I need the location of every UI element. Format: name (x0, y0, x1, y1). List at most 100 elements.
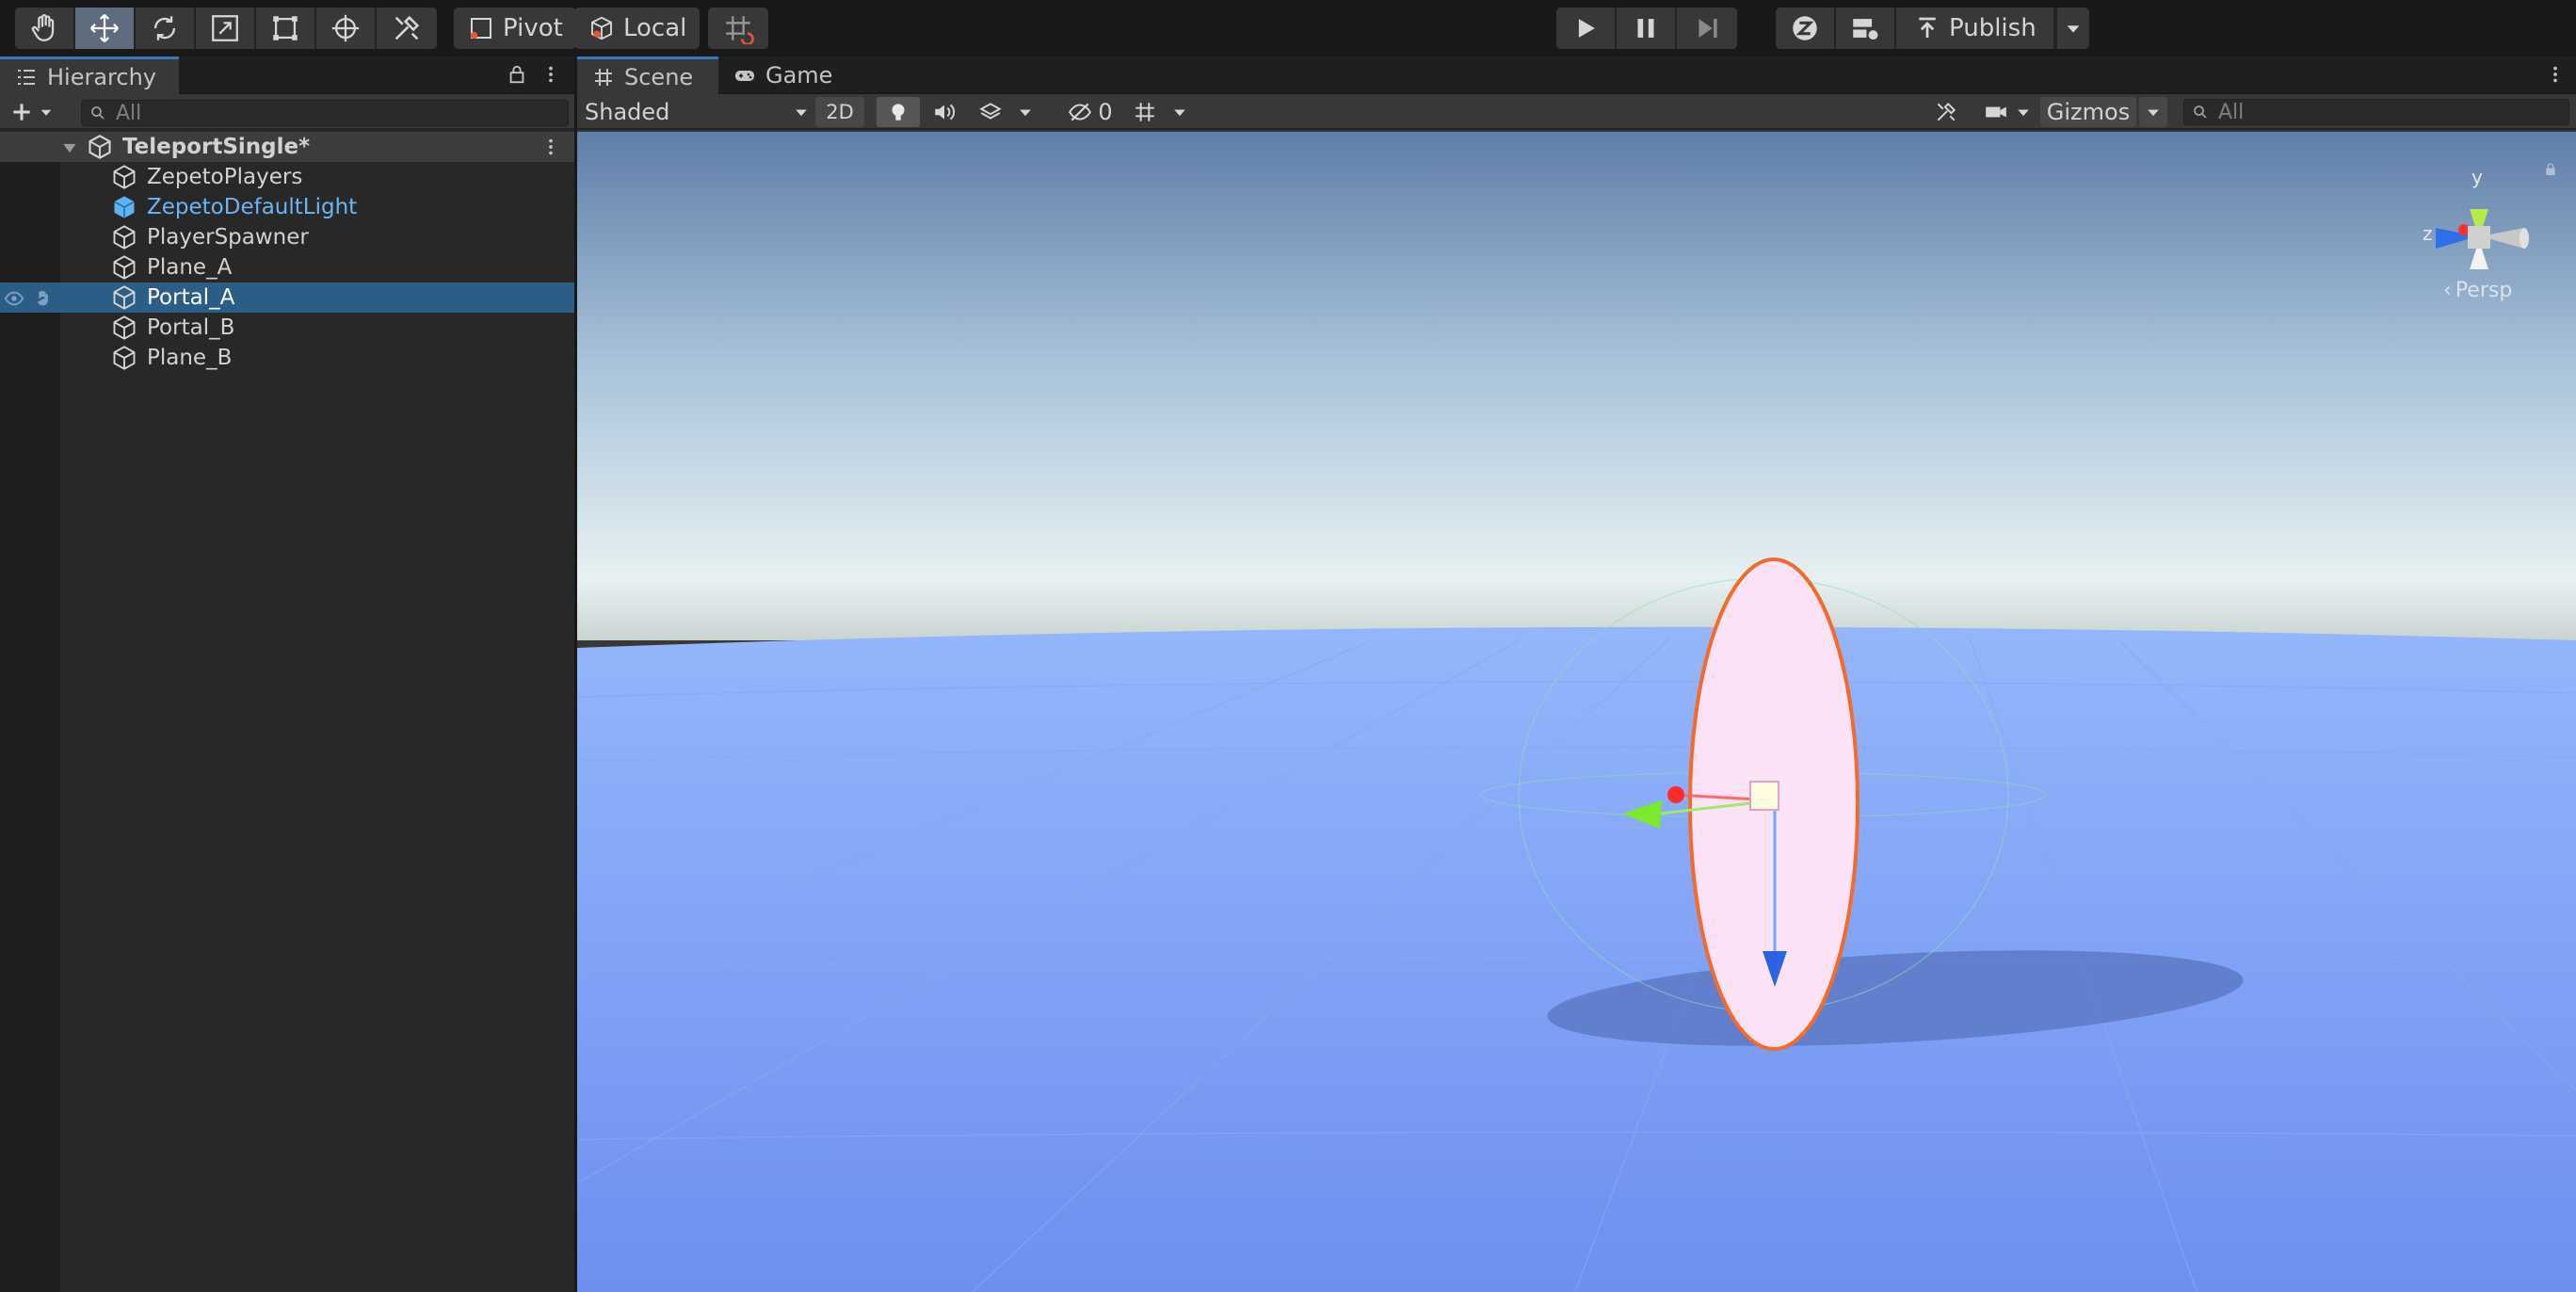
audio-toggle[interactable] (923, 97, 966, 127)
play-button[interactable] (1556, 8, 1617, 49)
tools-overlay-toggle[interactable] (1927, 97, 1965, 127)
grid-toggle-icon (1135, 103, 1154, 121)
tab-scene[interactable]: Scene (577, 57, 718, 94)
scene-more-icon[interactable] (540, 137, 561, 157)
publish-button[interactable]: Publish (1896, 8, 2055, 49)
gizmo-lock-icon[interactable] (2543, 162, 2558, 177)
hand-tool-button[interactable] (15, 8, 75, 49)
transform-tools-group (15, 8, 437, 49)
tab-hierarchy[interactable]: Hierarchy (0, 57, 179, 94)
grid-snap-icon (726, 16, 754, 44)
hierarchy-item[interactable]: Portal_B (0, 313, 574, 343)
more-options-icon[interactable] (540, 64, 561, 85)
pivot-button[interactable]: Pivot (454, 8, 576, 49)
gameobject-cube-icon (113, 315, 136, 340)
gizmos-toggle[interactable]: Gizmos (2040, 97, 2136, 127)
gizmo-z-label: z (2423, 222, 2433, 245)
scene-panel: Scene Game Shaded 2D 0 Gizmos All y z ‹ … (577, 57, 2576, 1292)
orientation-gizmo[interactable]: y z ‹ Persp (2394, 139, 2564, 328)
chevron-down-icon (1020, 109, 1031, 117)
hierarchy-tabbar: Hierarchy (0, 57, 574, 94)
scene-search-input[interactable]: All (2183, 99, 2569, 125)
hierarchy-search-input[interactable]: All (81, 100, 569, 126)
shading-mode-dropdown[interactable]: Shaded (585, 97, 811, 127)
chevron-down-icon (40, 109, 52, 116)
grid-snapping-dropdown[interactable] (1123, 97, 1199, 127)
chevron-down-icon (2067, 25, 2080, 33)
hierarchy-item-label: ZepetoPlayers (147, 165, 303, 189)
hierarchy-item[interactable]: ZepetoDefaultLight (0, 192, 574, 222)
scale-tool-button[interactable] (196, 8, 256, 49)
effects-dropdown[interactable] (969, 97, 1044, 127)
search-icon (91, 106, 105, 120)
gameobject-cube-icon (113, 255, 136, 280)
hierarchy-item[interactable]: PlayerSpawner (0, 222, 574, 252)
scene-search-placeholder: All (2218, 100, 2245, 124)
projection-label: Persp (2455, 279, 2513, 302)
mode-2d-toggle[interactable]: 2D (815, 97, 864, 127)
pickable-hand-icon[interactable] (32, 288, 53, 309)
rotate-tool-button[interactable] (136, 8, 196, 49)
local-button[interactable]: Local (574, 8, 700, 49)
scene-viewport[interactable]: y z ‹ Persp (577, 132, 2576, 1292)
hierarchy-item[interactable]: Plane_B (0, 343, 574, 373)
step-icon (1699, 19, 1717, 38)
scene-visibility-toggle[interactable]: 0 (1057, 97, 1123, 127)
camera-settings-dropdown[interactable] (1980, 97, 2037, 127)
pivot-toggle[interactable]: Pivot (454, 8, 576, 49)
hierarchy-item[interactable]: Plane_A (0, 252, 574, 283)
more-options-icon[interactable] (2545, 64, 2566, 85)
grid-snap-button[interactable] (708, 8, 768, 49)
publish-dropdown-button[interactable] (2054, 8, 2089, 49)
scene-view-toolbar: Shaded 2D 0 Gizmos All (577, 94, 2576, 130)
list-icon (18, 69, 35, 85)
gizmos-dropdown[interactable] (2139, 97, 2167, 127)
hierarchy-panel: Hierarchy All TeleportSingle* ZepetoPlay… (0, 57, 574, 1292)
rect-tool-button[interactable] (256, 8, 316, 49)
tools-icon (1937, 102, 1956, 121)
hierarchy-item[interactable]: Portal_A (0, 283, 574, 313)
tab-game[interactable]: Game (718, 57, 850, 94)
grid-icon (595, 68, 612, 86)
grid-snap-toggle[interactable] (708, 8, 768, 49)
lock-icon[interactable] (507, 64, 527, 85)
custom-tool-button[interactable] (377, 8, 437, 49)
gameobject-cube-icon (113, 165, 136, 189)
build-settings-button[interactable] (1836, 8, 1896, 49)
hierarchy-tab-label: Hierarchy (47, 63, 157, 90)
local-label: Local (623, 14, 687, 42)
shading-mode-value: Shaded (585, 99, 670, 125)
chevron-down-icon (2148, 109, 2159, 117)
pause-icon (1637, 19, 1654, 38)
hierarchy-search-placeholder: All (116, 101, 142, 125)
hierarchy-item-label: PlayerSpawner (147, 225, 309, 250)
expand-arrow-icon[interactable] (60, 138, 79, 157)
scale-icon (212, 15, 238, 41)
step-button[interactable] (1677, 8, 1737, 49)
move-tool-button[interactable] (75, 8, 136, 49)
mode-2d-label: 2D (826, 101, 854, 123)
gameobject-cube-icon (113, 346, 136, 370)
lighting-toggle[interactable] (877, 97, 920, 127)
move-icon (90, 14, 119, 42)
transform-tool-button[interactable] (316, 8, 377, 49)
local-toggle[interactable]: Local (574, 8, 700, 49)
search-icon (2194, 105, 2207, 119)
pause-button[interactable] (1617, 8, 1677, 49)
cube-local-icon (591, 16, 612, 40)
scene-root-row[interactable]: TeleportSingle* (0, 132, 574, 162)
create-button[interactable] (9, 98, 62, 126)
hidden-eye-icon (1069, 103, 1092, 121)
projection-toggle[interactable]: ‹ Persp (2443, 279, 2512, 302)
zepeto-account-button[interactable] (1776, 8, 1836, 49)
account-group: Publish (1776, 8, 2089, 49)
scene-render[interactable] (577, 132, 2576, 1292)
chevron-down-icon (2018, 109, 2029, 117)
visibility-eye-icon[interactable] (4, 288, 24, 309)
gizmo-plane-handle (1749, 781, 1779, 811)
gizmos-label: Gizmos (2046, 99, 2131, 125)
main-toolbar: Pivot Local Publish (0, 0, 2576, 57)
hierarchy-item-label: Plane_A (147, 255, 233, 280)
hierarchy-item[interactable]: ZepetoPlayers (0, 162, 574, 192)
hierarchy-item-label: Plane_B (147, 346, 233, 370)
